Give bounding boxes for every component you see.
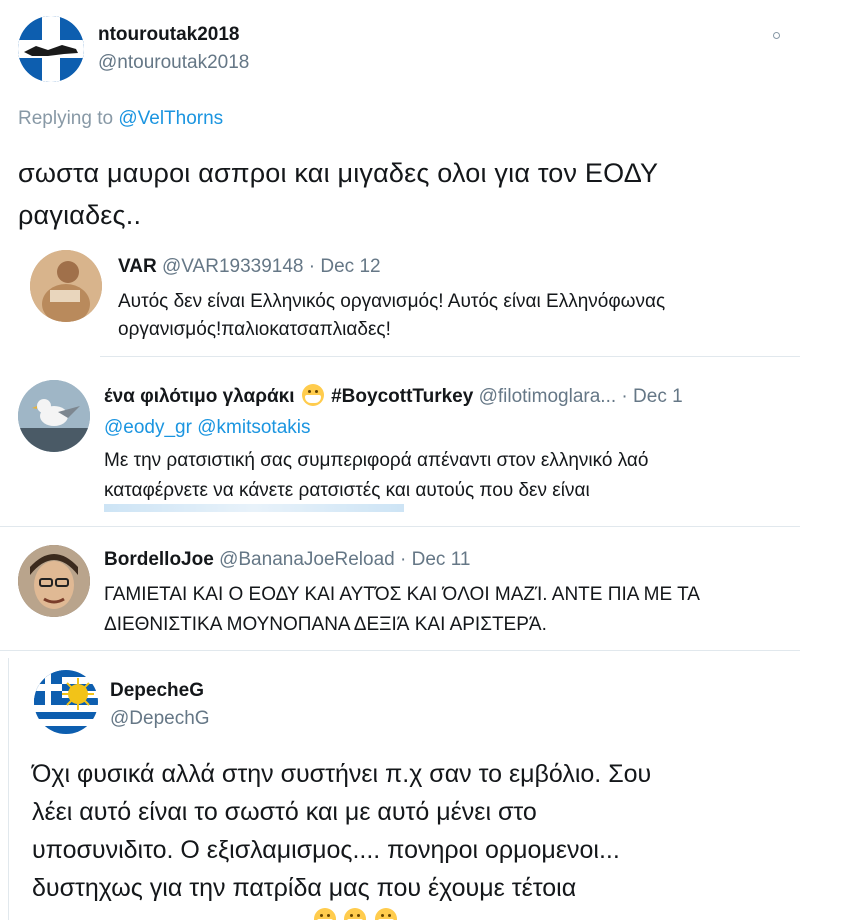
replying-prefix: Replying to — [18, 108, 114, 129]
avatar[interactable] — [18, 16, 84, 82]
reply-text: Με την ρατσιστική σας συμπεριφορά απέναν… — [104, 446, 648, 506]
reply-date[interactable]: Dec 11 — [412, 549, 471, 570]
reply-text-line: καταφέρνετε να κάνετε ρατσιστές και αυτο… — [104, 480, 590, 501]
reply-header: VAR @VAR19339148 · Dec 12 — [118, 256, 381, 278]
separator-dot: · — [308, 256, 316, 277]
reply-author-handle[interactable]: @BananaJoeReload — [219, 549, 395, 570]
emoji-row — [312, 908, 399, 920]
tweet-text: σωστα μαυροι ασπροι και μιγαδες ολοι για… — [18, 152, 658, 236]
reply-date[interactable]: Dec 1 — [633, 386, 683, 407]
reply-text-line: Με την ρατσιστική σας συμπεριφορά απέναν… — [104, 450, 649, 471]
reply-text-line: Αυτός δεν είναι Ελληνικός οργανισμός! Αυ… — [118, 291, 666, 312]
reply-header: ένα φιλότιμο γλαράκι #BoycottTurkey @fil… — [104, 384, 804, 408]
tweet-text-line: δυστηχως για την πατρίδα μας που έχουμε … — [32, 874, 577, 902]
divider — [0, 526, 800, 527]
reply-author-handle[interactable]: @filotimoglara... — [479, 386, 617, 407]
reply-author-name[interactable]: BordelloJoe — [104, 549, 214, 570]
tweet-text-line: σωστα μαυροι ασπροι και μιγαδες ολοι για… — [18, 158, 659, 188]
divider — [100, 356, 800, 357]
avatar[interactable] — [18, 380, 90, 452]
tweet-card-border — [8, 658, 9, 920]
truncated-link-fade — [104, 504, 404, 512]
mention-link[interactable]: @eody_gr — [104, 417, 192, 438]
tweet-text-line: λέει αυτό είναι το σωστό και με αυτό μέν… — [32, 798, 537, 826]
avatar[interactable] — [18, 545, 90, 617]
reply-author-hashtag[interactable]: #BoycottTurkey — [331, 386, 473, 407]
avatar[interactable] — [30, 250, 102, 322]
reply-author-name[interactable]: ένα φιλότιμο γλαράκι — [104, 386, 295, 407]
tweet-text-line: υποσυνιδιτο. Ο εξισλαμισμος.... πονηροι … — [32, 836, 620, 864]
emoji-icon — [314, 908, 336, 920]
reply-author-name[interactable]: VAR — [118, 256, 157, 277]
reply-text-line: ΔΙΕΘΝΙΣΤΙΚΑ ΜΟΥΝΟΠΑΝΑ ΔΕΞΙΆ ΚΑΙ ΑΡΙΣΤΕΡΆ… — [104, 614, 547, 635]
reply-text-line: ΓΑΜΙΕΤΑΙ ΚΑΙ Ο ΕΟΔΥ ΚΑΙ ΑΥΤΌΣ ΚΑΙ ΌΛΟΙ Μ… — [104, 584, 700, 605]
separator-dot: · — [400, 549, 407, 570]
emoji-icon — [344, 908, 367, 920]
reply-text-line: οργανισμός!παλιοκατσαπλιαδες! — [118, 319, 391, 340]
more-icon[interactable] — [773, 32, 780, 39]
reply-text: ΓΑΜΙΕΤΑΙ ΚΑΙ Ο ΕΟΔΥ ΚΑΙ ΑΥΤΌΣ ΚΑΙ ΌΛΟΙ Μ… — [104, 580, 700, 640]
tweet-text-line: ραγιαδες.. — [18, 200, 142, 230]
author-handle[interactable]: @ntouroutak2018 — [98, 52, 249, 74]
divider — [0, 650, 800, 651]
tweet-text: Όχι φυσικά αλλά στην συστήνει π.χ σαν το… — [32, 755, 651, 907]
author-name[interactable]: DepecheG — [110, 680, 204, 702]
reply-mentions: @eody_gr @kmitsotakis — [104, 417, 310, 439]
avatar[interactable] — [34, 670, 98, 734]
reply-header: BordelloJoe @BananaJoeReload · Dec 11 — [104, 549, 470, 571]
replying-to-link[interactable]: @VelThorns — [118, 108, 223, 129]
author-name[interactable]: ntouroutak2018 — [98, 24, 239, 46]
author-handle[interactable]: @DepechG — [110, 708, 210, 730]
reply-text: Αυτός δεν είναι Ελληνικός οργανισμός! Αυ… — [118, 288, 665, 344]
reply-date[interactable]: Dec 12 — [320, 256, 380, 277]
mention-link[interactable]: @kmitsotakis — [197, 417, 310, 438]
tweet-text-line: Όχι φυσικά αλλά στην συστήνει π.χ σαν το… — [32, 760, 652, 788]
replying-to: Replying to @VelThorns — [18, 108, 223, 130]
reply-author-handle[interactable]: @VAR19339148 — [162, 256, 303, 277]
emoji-icon — [374, 908, 397, 920]
mask-face-emoji-icon — [301, 384, 324, 406]
separator-dot: · — [621, 386, 628, 407]
